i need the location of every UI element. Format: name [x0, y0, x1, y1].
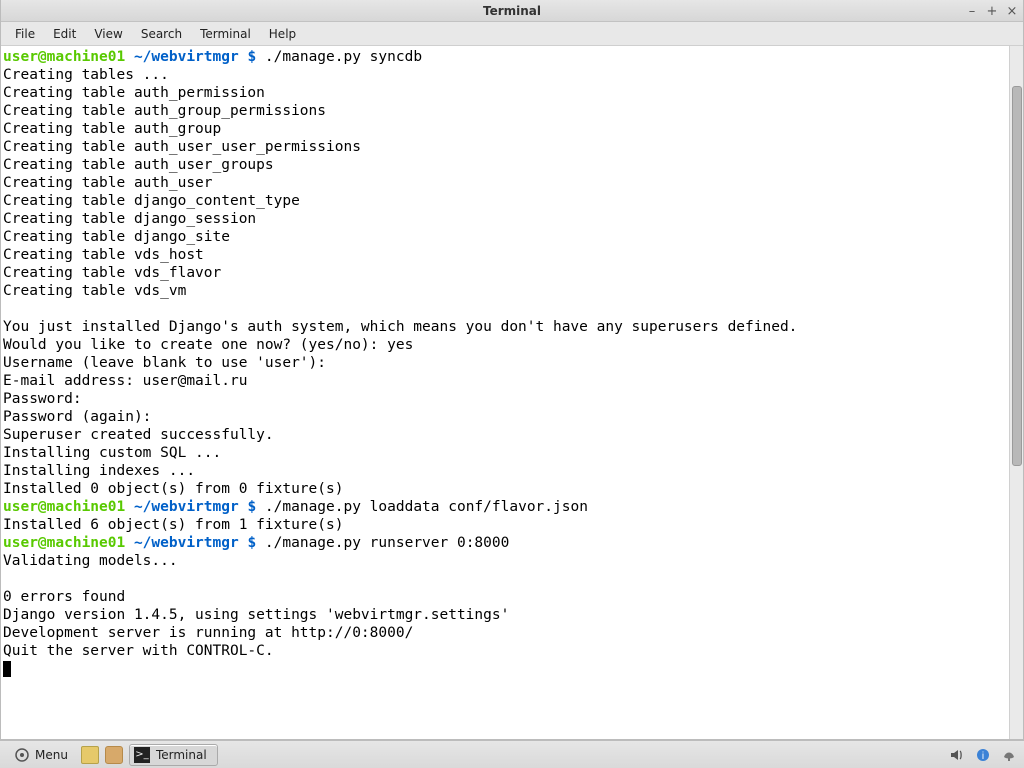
window-controls: – + × — [965, 0, 1019, 22]
menu-terminal[interactable]: Terminal — [192, 25, 259, 43]
prompt-symbol: $ — [247, 49, 264, 65]
command-text: ./manage.py syncdb — [265, 49, 422, 65]
close-button[interactable]: × — [1005, 4, 1019, 18]
menu-edit[interactable]: Edit — [45, 25, 84, 43]
terminal-line: Development server is running at http://… — [3, 624, 1007, 642]
svg-text:i: i — [982, 751, 984, 762]
start-menu-icon — [13, 746, 31, 764]
terminal-line: Django version 1.4.5, using settings 'we… — [3, 606, 1007, 624]
terminal-window: Terminal – + × File Edit View Search Ter… — [0, 0, 1024, 740]
show-desktop-icon[interactable] — [81, 746, 99, 764]
terminal-line: Creating table django_site — [3, 228, 1007, 246]
terminal-line: Creating table auth_user_user_permission… — [3, 138, 1007, 156]
window-title: Terminal — [483, 4, 541, 18]
close-icon: × — [1007, 4, 1018, 19]
terminal-line: 0 errors found — [3, 588, 1007, 606]
titlebar[interactable]: Terminal – + × — [1, 0, 1023, 22]
terminal-line: Installing custom SQL ... — [3, 444, 1007, 462]
terminal-line: Creating table auth_group — [3, 120, 1007, 138]
taskbar-terminal-label: Terminal — [156, 748, 207, 762]
terminal-output[interactable]: user@machine01 ~/webvirtmgr $ ./manage.p… — [1, 46, 1009, 739]
terminal-line: Password (again): — [3, 408, 1007, 426]
menu-help[interactable]: Help — [261, 25, 304, 43]
panel-left: Menu >_ Terminal — [6, 743, 218, 767]
terminal-icon: >_ — [134, 747, 150, 763]
prompt-user-host: user@machine01 — [3, 49, 134, 65]
terminal-line: Validating models... — [3, 552, 1007, 570]
prompt-symbol: $ — [247, 535, 264, 551]
terminal-line: Installing indexes ... — [3, 462, 1007, 480]
scrollbar-thumb[interactable] — [1012, 86, 1022, 466]
scrollbar-vertical[interactable] — [1009, 46, 1023, 739]
terminal-line: Quit the server with CONTROL-C. — [3, 642, 1007, 660]
volume-icon[interactable] — [948, 746, 966, 764]
applet-icon[interactable] — [1000, 746, 1018, 764]
launcher-icon[interactable] — [105, 746, 123, 764]
prompt-user-host: user@machine01 — [3, 499, 134, 515]
menubar: File Edit View Search Terminal Help — [1, 22, 1023, 46]
terminal-line: Creating table auth_user_groups — [3, 156, 1007, 174]
prompt-path: ~/webvirtmgr — [134, 499, 248, 515]
prompt-path: ~/webvirtmgr — [134, 535, 248, 551]
terminal-line: Creating tables ... — [3, 66, 1007, 84]
menu-file[interactable]: File — [7, 25, 43, 43]
terminal-line: Creating table vds_host — [3, 246, 1007, 264]
terminal-line — [3, 300, 1007, 318]
terminal-line: Creating table django_content_type — [3, 192, 1007, 210]
menu-search[interactable]: Search — [133, 25, 190, 43]
panel-right: i — [948, 746, 1018, 764]
terminal-line: Creating table vds_vm — [3, 282, 1007, 300]
desktop-panel: Menu >_ Terminal i — [0, 740, 1024, 768]
maximize-icon: + — [987, 4, 998, 19]
taskbar-terminal-button[interactable]: >_ Terminal — [129, 744, 218, 766]
terminal-line — [3, 570, 1007, 588]
info-icon[interactable]: i — [974, 746, 992, 764]
terminal-line: Creating table auth_user — [3, 174, 1007, 192]
menu-view[interactable]: View — [86, 25, 130, 43]
terminal-line: Username (leave blank to use 'user'): — [3, 354, 1007, 372]
terminal-line: E-mail address: user@mail.ru — [3, 372, 1007, 390]
start-menu-label: Menu — [35, 748, 68, 762]
terminal-line: Superuser created successfully. — [3, 426, 1007, 444]
terminal-area-wrapper: user@machine01 ~/webvirtmgr $ ./manage.p… — [1, 46, 1023, 739]
terminal-line: Creating table auth_group_permissions — [3, 102, 1007, 120]
terminal-line: Creating table django_session — [3, 210, 1007, 228]
terminal-line: Would you like to create one now? (yes/n… — [3, 336, 1007, 354]
maximize-button[interactable]: + — [985, 4, 999, 18]
prompt-user-host: user@machine01 — [3, 535, 134, 551]
command-text: ./manage.py loaddata conf/flavor.json — [265, 499, 588, 515]
minimize-button[interactable]: – — [965, 4, 979, 18]
terminal-line: Creating table auth_permission — [3, 84, 1007, 102]
command-text: ./manage.py runserver 0:8000 — [265, 535, 509, 551]
cursor — [3, 661, 11, 677]
terminal-line: Creating table vds_flavor — [3, 264, 1007, 282]
start-menu-button[interactable]: Menu — [6, 743, 75, 767]
prompt-symbol: $ — [247, 499, 264, 515]
terminal-line: Installed 0 object(s) from 0 fixture(s) — [3, 480, 1007, 498]
terminal-line: Password: — [3, 390, 1007, 408]
prompt-path: ~/webvirtmgr — [134, 49, 248, 65]
terminal-line: Installed 6 object(s) from 1 fixture(s) — [3, 516, 1007, 534]
minimize-icon: – — [969, 4, 976, 19]
terminal-line: You just installed Django's auth system,… — [3, 318, 1007, 336]
